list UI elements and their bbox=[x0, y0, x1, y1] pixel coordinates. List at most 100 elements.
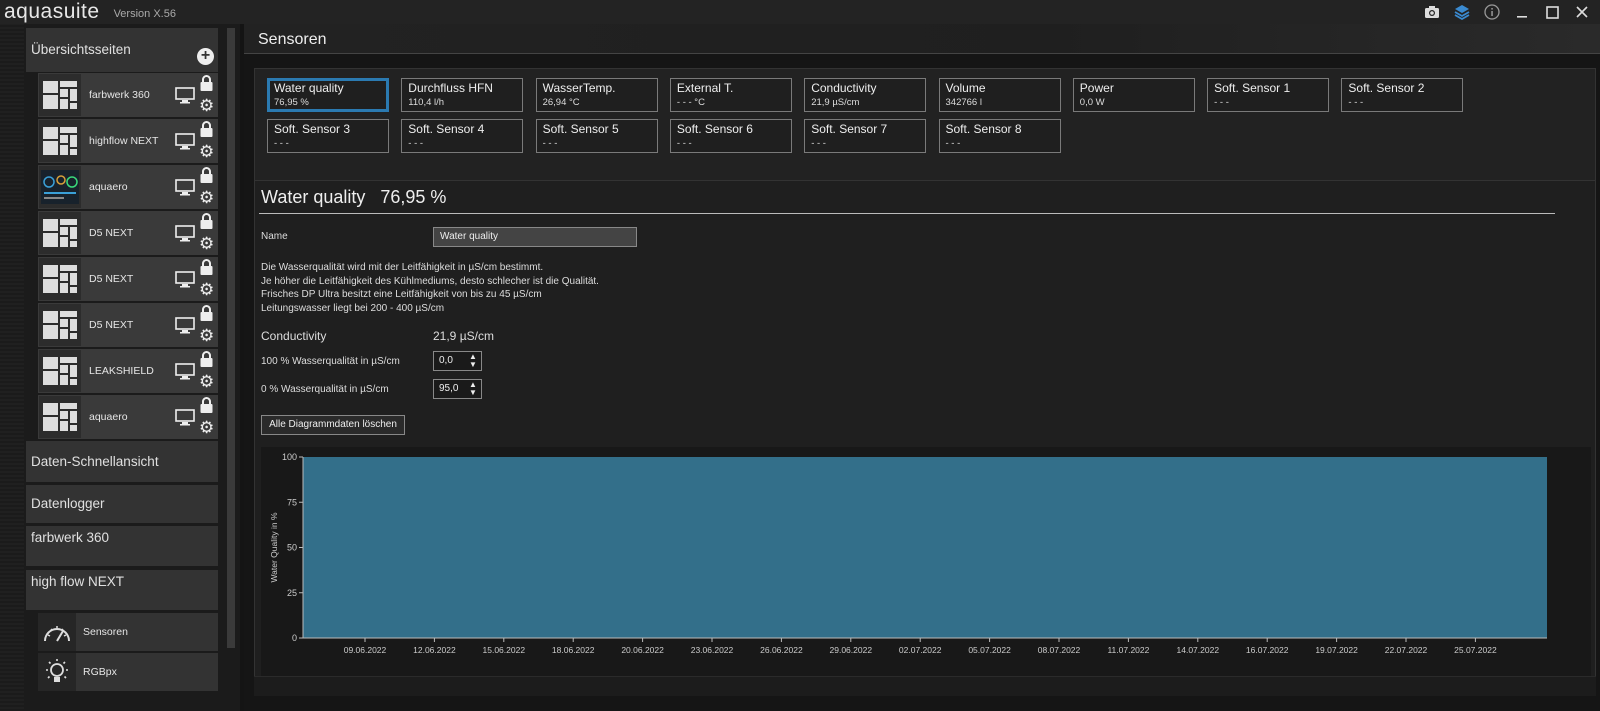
q100-stepper[interactable]: 0,0 ▲ ▼ bbox=[433, 351, 482, 371]
gear-icon[interactable]: ⚙ bbox=[199, 281, 214, 298]
sensor-tile[interactable]: Soft. Sensor 3 - - - bbox=[267, 119, 389, 153]
sensor-value: - - - bbox=[542, 138, 558, 149]
monitor-icon[interactable] bbox=[175, 179, 195, 201]
detail-title-name: Water quality bbox=[261, 187, 366, 207]
camera-icon[interactable] bbox=[1422, 2, 1442, 22]
lock-icon[interactable] bbox=[200, 397, 213, 419]
layers-icon[interactable] bbox=[1452, 2, 1472, 22]
gear-icon[interactable]: ⚙ bbox=[199, 419, 214, 436]
overview-tile[interactable]: aquaero ⚙ bbox=[38, 165, 218, 209]
sidebar-section-label: high flow NEXT bbox=[31, 574, 125, 589]
overview-tile[interactable]: farbwerk 360 ⚙ bbox=[38, 73, 218, 117]
name-field[interactable]: Water quality bbox=[433, 227, 637, 247]
sidebar-section-datalogger[interactable]: Datenlogger bbox=[26, 485, 218, 523]
minimize-icon[interactable] bbox=[1512, 2, 1532, 22]
x-tick-label: 29.06.2022 bbox=[830, 645, 873, 655]
sidebar-section-highflow[interactable]: high flow NEXT bbox=[26, 570, 218, 610]
sensor-tile[interactable]: Soft. Sensor 2 - - - bbox=[1341, 78, 1464, 112]
divider bbox=[259, 213, 1555, 214]
sensor-tile[interactable]: Volume 342766 l bbox=[938, 78, 1061, 112]
monitor-icon[interactable] bbox=[175, 87, 195, 109]
tile-label: aquaero bbox=[89, 411, 128, 423]
sidebar-section-label: Übersichtsseiten bbox=[31, 42, 131, 57]
monitor-icon[interactable] bbox=[175, 271, 195, 293]
stepper-arrows-icon[interactable]: ▲ ▼ bbox=[467, 353, 479, 369]
x-tick-label: 19.07.2022 bbox=[1315, 645, 1358, 655]
description-line: Leitungswasser liegt bei 200 - 400 µS/cm bbox=[261, 302, 445, 314]
q100-value: 0,0 bbox=[439, 355, 453, 366]
gear-icon[interactable]: ⚙ bbox=[199, 373, 214, 390]
detail-title: Water quality 76,95 % bbox=[261, 187, 446, 208]
add-icon[interactable]: + bbox=[197, 48, 214, 65]
sensor-name: Soft. Sensor 3 bbox=[274, 122, 351, 136]
overview-tile[interactable]: highflow NEXT ⚙ bbox=[38, 119, 218, 163]
stepper-arrows-icon[interactable]: ▲ ▼ bbox=[467, 381, 479, 397]
sidebar-section-overview[interactable]: Übersichtsseiten + bbox=[26, 28, 218, 72]
tile-label: D5 NEXT bbox=[89, 227, 134, 239]
description-line: Die Wasserqualität wird mit der Leitfähi… bbox=[261, 262, 544, 273]
gear-icon[interactable]: ⚙ bbox=[199, 97, 214, 114]
sensor-tile[interactable]: Water quality 76,95 % bbox=[267, 78, 389, 112]
tile-label: highflow NEXT bbox=[89, 135, 159, 147]
sensor-tile[interactable]: Soft. Sensor 5 - - - bbox=[535, 119, 658, 153]
lock-icon[interactable] bbox=[200, 305, 213, 327]
lock-icon[interactable] bbox=[200, 75, 213, 97]
x-tick-label: 09.06.2022 bbox=[344, 645, 387, 655]
y-axis-label: Water Quality in % bbox=[269, 512, 279, 583]
monitor-icon[interactable] bbox=[175, 317, 195, 339]
sensor-tile[interactable]: Soft. Sensor 1 - - - bbox=[1207, 78, 1330, 112]
sensor-tile[interactable]: Conductivity 21,9 µS/cm bbox=[804, 78, 927, 112]
gear-icon[interactable]: ⚙ bbox=[199, 189, 214, 206]
sensor-tile[interactable]: Soft. Sensor 6 - - - bbox=[669, 119, 792, 153]
name-label: Name bbox=[261, 231, 288, 242]
sidebar-scrollbar[interactable] bbox=[227, 28, 235, 648]
lock-icon[interactable] bbox=[200, 213, 213, 235]
water-quality-chart: 0 25 50 75 100 09.06.2022 12.06.2022 15.06.2022… bbox=[261, 447, 1591, 677]
maximize-icon[interactable] bbox=[1542, 2, 1562, 22]
sensor-value: 26,94 °C bbox=[542, 97, 580, 108]
lock-icon[interactable] bbox=[200, 259, 213, 281]
sensor-tile[interactable]: Soft. Sensor 7 - - - bbox=[804, 119, 927, 153]
sidebar-item-rgbpx[interactable]: RGBpx bbox=[38, 653, 218, 691]
sensor-value: 342766 l bbox=[945, 97, 982, 108]
bulb-icon bbox=[38, 653, 76, 691]
y-tick-label: 50 bbox=[287, 543, 297, 553]
close-icon[interactable] bbox=[1572, 2, 1592, 22]
x-tick-label: 18.06.2022 bbox=[552, 645, 595, 655]
monitor-icon[interactable] bbox=[175, 363, 195, 385]
q0-stepper[interactable]: 95,0 ▲ ▼ bbox=[433, 379, 482, 399]
overview-tile[interactable]: D5 NEXT ⚙ bbox=[38, 211, 218, 255]
sidebar-item-sensoren[interactable]: Sensoren bbox=[38, 613, 218, 651]
monitor-icon[interactable] bbox=[175, 225, 195, 247]
overview-tile[interactable]: LEAKSHIELD ⚙ bbox=[38, 349, 218, 393]
sidebar: Übersichtsseiten + Daten-Schnellansicht … bbox=[0, 24, 240, 711]
sensor-tile[interactable]: Durchfluss HFN 110,4 l/h bbox=[401, 78, 524, 112]
sensor-value: - - - bbox=[1214, 97, 1229, 108]
gear-icon[interactable]: ⚙ bbox=[199, 235, 214, 252]
info-icon[interactable] bbox=[1482, 2, 1502, 22]
overview-tile[interactable]: D5 NEXT ⚙ bbox=[38, 257, 218, 301]
x-tick-label: 08.07.2022 bbox=[1038, 645, 1081, 655]
sensor-tile[interactable]: Soft. Sensor 8 - - - bbox=[938, 119, 1061, 153]
lock-icon[interactable] bbox=[200, 121, 213, 143]
overview-tile[interactable]: aquaero ⚙ bbox=[38, 395, 218, 439]
x-tick-label: 15.06.2022 bbox=[483, 645, 526, 655]
sensor-tile[interactable]: External T. - - - °C bbox=[669, 78, 792, 112]
sidebar-section-farbwerk[interactable]: farbwerk 360 bbox=[26, 526, 218, 566]
sensor-value: - - - bbox=[945, 138, 961, 149]
gear-icon[interactable]: ⚙ bbox=[199, 327, 214, 344]
sensor-tile[interactable]: WasserTemp. 26,94 °C bbox=[535, 78, 658, 112]
monitor-icon[interactable] bbox=[175, 409, 195, 431]
detail-panel: Water quality 76,95 % Name Water quality… bbox=[254, 180, 1596, 686]
overview-tile[interactable]: D5 NEXT ⚙ bbox=[38, 303, 218, 347]
clear-chart-data-button[interactable]: Alle Diagrammdaten löschen bbox=[261, 415, 405, 435]
monitor-icon[interactable] bbox=[175, 133, 195, 155]
gear-icon[interactable]: ⚙ bbox=[199, 143, 214, 160]
lock-icon[interactable] bbox=[200, 167, 213, 189]
sensor-value: - - - bbox=[676, 138, 692, 149]
app-version: Version X.56 bbox=[113, 8, 176, 20]
lock-icon[interactable] bbox=[200, 351, 213, 373]
sidebar-section-quickview[interactable]: Daten-Schnellansicht bbox=[26, 441, 218, 482]
sensor-tile[interactable]: Soft. Sensor 4 - - - bbox=[401, 119, 524, 153]
sensor-tile[interactable]: Power 0,0 W bbox=[1072, 78, 1195, 112]
